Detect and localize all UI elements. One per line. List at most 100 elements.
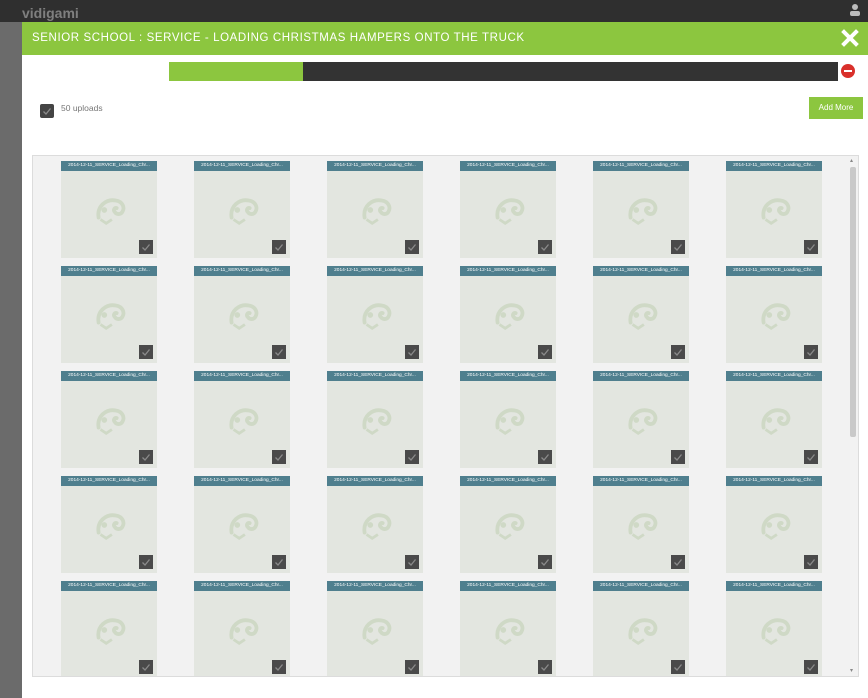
scroll-up-arrow[interactable]: ▴ [850, 158, 856, 164]
upload-tile[interactable]: 2014-12-11_SERVICE_Loading_Chr... [726, 476, 822, 573]
tile-select-checkbox[interactable] [139, 240, 153, 254]
check-icon [541, 559, 550, 566]
tile-select-checkbox[interactable] [405, 555, 419, 569]
upload-tile[interactable]: 2014-12-11_SERVICE_Loading_Chr... [460, 266, 556, 363]
tile-select-checkbox[interactable] [538, 660, 552, 674]
upload-tile[interactable]: 2014-12-11_SERVICE_Loading_Chr... [460, 581, 556, 676]
tile-select-checkbox[interactable] [139, 555, 153, 569]
upload-tile[interactable]: 2014-12-11_SERVICE_Loading_Chr... [194, 371, 290, 468]
upload-tile[interactable]: 2014-12-11_SERVICE_Loading_Chr... [726, 581, 822, 676]
upload-tile[interactable]: 2014-12-11_SERVICE_Loading_Chr... [61, 371, 157, 468]
tile-filename: 2014-12-11_SERVICE_Loading_Chr... [194, 266, 290, 276]
tile-filename: 2014-12-11_SERVICE_Loading_Chr... [593, 581, 689, 591]
tile-select-checkbox[interactable] [671, 450, 685, 464]
upload-tile[interactable]: 2014-12-11_SERVICE_Loading_Chr... [327, 266, 423, 363]
tile-select-checkbox[interactable] [405, 450, 419, 464]
tile-select-checkbox[interactable] [272, 555, 286, 569]
app-topbar: vidigami [0, 0, 868, 22]
tile-select-checkbox[interactable] [671, 555, 685, 569]
upload-tile[interactable]: 2014-12-11_SERVICE_Loading_Chr... [61, 266, 157, 363]
tile-select-checkbox[interactable] [538, 450, 552, 464]
tile-filename: 2014-12-11_SERVICE_Loading_Chr... [327, 476, 423, 486]
upload-tile[interactable]: 2014-12-11_SERVICE_Loading_Chr... [726, 161, 822, 258]
tile-filename: 2014-12-11_SERVICE_Loading_Chr... [194, 581, 290, 591]
tile-select-checkbox[interactable] [538, 345, 552, 359]
upload-tile[interactable]: 2014-12-11_SERVICE_Loading_Chr... [327, 476, 423, 573]
upload-tile[interactable]: 2014-12-11_SERVICE_Loading_Chr... [327, 161, 423, 258]
tile-filename: 2014-12-11_SERVICE_Loading_Chr... [61, 161, 157, 171]
tile-select-checkbox[interactable] [804, 660, 818, 674]
chameleon-placeholder-icon [229, 513, 259, 541]
tile-select-checkbox[interactable] [538, 240, 552, 254]
upload-tile[interactable]: 2014-12-11_SERVICE_Loading_Chr... [194, 161, 290, 258]
tile-select-checkbox[interactable] [538, 555, 552, 569]
tile-select-checkbox[interactable] [405, 240, 419, 254]
tile-select-checkbox[interactable] [272, 240, 286, 254]
upload-tile[interactable]: 2014-12-11_SERVICE_Loading_Chr... [194, 581, 290, 676]
upload-tile[interactable]: 2014-12-11_SERVICE_Loading_Chr... [194, 476, 290, 573]
tile-filename: 2014-12-11_SERVICE_Loading_Chr... [460, 476, 556, 486]
tile-select-checkbox[interactable] [405, 345, 419, 359]
tile-select-checkbox[interactable] [272, 345, 286, 359]
check-icon [674, 349, 683, 356]
upload-tile[interactable]: 2014-12-11_SERVICE_Loading_Chr... [593, 581, 689, 676]
upload-tile[interactable]: 2014-12-11_SERVICE_Loading_Chr... [194, 266, 290, 363]
upload-tile[interactable]: 2014-12-11_SERVICE_Loading_Chr... [593, 371, 689, 468]
scroll-down-arrow[interactable]: ▾ [850, 668, 856, 674]
upload-tile[interactable]: 2014-12-11_SERVICE_Loading_Chr... [726, 266, 822, 363]
check-icon [408, 454, 417, 461]
add-more-button[interactable]: Add More [809, 97, 863, 119]
upload-tile[interactable]: 2014-12-11_SERVICE_Loading_Chr... [593, 266, 689, 363]
upload-progress-fill [169, 62, 303, 81]
tile-select-checkbox[interactable] [272, 450, 286, 464]
upload-tile[interactable]: 2014-12-11_SERVICE_Loading_Chr... [460, 476, 556, 573]
tile-select-checkbox[interactable] [804, 240, 818, 254]
tile-select-checkbox[interactable] [671, 660, 685, 674]
cancel-upload-icon[interactable] [841, 64, 855, 78]
check-icon [408, 559, 417, 566]
tile-filename: 2014-12-11_SERVICE_Loading_Chr... [726, 266, 822, 276]
check-icon [541, 664, 550, 671]
upload-tile[interactable]: 2014-12-11_SERVICE_Loading_Chr... [61, 161, 157, 258]
chameleon-placeholder-icon [628, 198, 658, 226]
tile-filename: 2014-12-11_SERVICE_Loading_Chr... [194, 371, 290, 381]
chameleon-placeholder-icon [229, 618, 259, 646]
check-icon [807, 349, 816, 356]
upload-tile[interactable]: 2014-12-11_SERVICE_Loading_Chr... [593, 161, 689, 258]
upload-tile[interactable]: 2014-12-11_SERVICE_Loading_Chr... [726, 371, 822, 468]
tile-select-checkbox[interactable] [405, 660, 419, 674]
tile-filename: 2014-12-11_SERVICE_Loading_Chr... [593, 161, 689, 171]
tile-select-checkbox[interactable] [139, 660, 153, 674]
tile-select-checkbox[interactable] [671, 345, 685, 359]
tile-select-checkbox[interactable] [804, 555, 818, 569]
chameleon-placeholder-icon [96, 408, 126, 436]
upload-tile[interactable]: 2014-12-11_SERVICE_Loading_Chr... [327, 371, 423, 468]
tile-select-checkbox[interactable] [272, 660, 286, 674]
upload-tile[interactable]: 2014-12-11_SERVICE_Loading_Chr... [327, 581, 423, 676]
upload-tile[interactable]: 2014-12-11_SERVICE_Loading_Chr... [61, 581, 157, 676]
tile-filename: 2014-12-11_SERVICE_Loading_Chr... [726, 581, 822, 591]
check-icon [275, 349, 284, 356]
upload-tile[interactable]: 2014-12-11_SERVICE_Loading_Chr... [593, 476, 689, 573]
upload-tile[interactable]: 2014-12-11_SERVICE_Loading_Chr... [61, 476, 157, 573]
chameleon-placeholder-icon [362, 303, 392, 331]
user-icon[interactable] [850, 4, 860, 16]
check-icon [275, 244, 284, 251]
tile-select-checkbox[interactable] [139, 450, 153, 464]
tile-select-checkbox[interactable] [139, 345, 153, 359]
close-icon[interactable] [840, 28, 860, 48]
tile-select-checkbox[interactable] [804, 450, 818, 464]
tile-select-checkbox[interactable] [671, 240, 685, 254]
tile-filename: 2014-12-11_SERVICE_Loading_Chr... [726, 371, 822, 381]
upload-tile[interactable]: 2014-12-11_SERVICE_Loading_Chr... [460, 161, 556, 258]
tile-select-checkbox[interactable] [804, 345, 818, 359]
chameleon-placeholder-icon [495, 618, 525, 646]
select-all-checkbox[interactable] [40, 104, 54, 118]
tile-filename: 2014-12-11_SERVICE_Loading_Chr... [460, 371, 556, 381]
scrollbar[interactable]: ▴ ▾ [848, 156, 858, 676]
check-icon [541, 244, 550, 251]
upload-tile[interactable]: 2014-12-11_SERVICE_Loading_Chr... [460, 371, 556, 468]
check-icon [43, 108, 52, 115]
scrollbar-thumb[interactable] [850, 167, 856, 437]
chameleon-placeholder-icon [229, 408, 259, 436]
